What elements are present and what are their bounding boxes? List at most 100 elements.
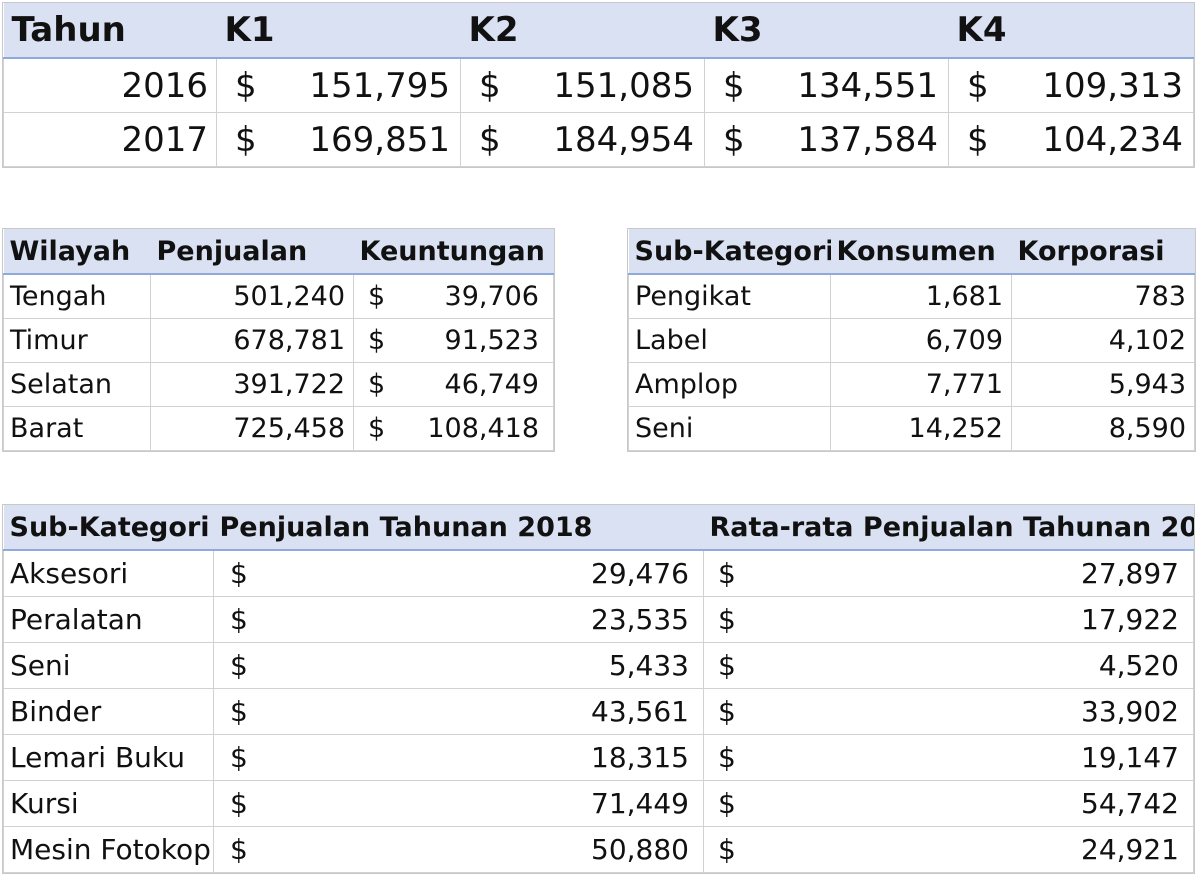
- table-row: Label 6,709 4,102: [628, 318, 1195, 363]
- average-cell[interactable]: $24,921: [703, 826, 1194, 873]
- average-cell[interactable]: $17,922: [703, 596, 1194, 643]
- table-row: Barat 725,458 $108,418: [3, 406, 554, 451]
- currency-cell[interactable]: $151,795: [216, 57, 461, 113]
- region-name-cell[interactable]: Barat: [3, 406, 151, 451]
- currency-cell[interactable]: $104,234: [948, 112, 1194, 167]
- region-header-row: Wilayah Penjualan Keuntungan: [3, 229, 554, 275]
- currency-symbol: $: [718, 833, 736, 866]
- header-sub-kategori[interactable]: Sub-Kategori: [3, 505, 214, 551]
- consumer-cell[interactable]: 1,681: [830, 273, 1012, 319]
- table-row: Aksesori $29,476 $27,897: [3, 549, 1194, 597]
- amount: 29,476: [591, 557, 689, 590]
- region-name-cell[interactable]: Selatan: [3, 362, 151, 407]
- header-penjualan-2018[interactable]: Penjualan Tahunan 2018: [213, 505, 704, 551]
- subcategory-cell[interactable]: Kursi: [3, 780, 214, 827]
- sales-2018-cell[interactable]: $5,433: [213, 642, 704, 689]
- subcategory-cell[interactable]: Aksesori: [3, 549, 214, 597]
- header-rata-rata[interactable]: Rata-rata Penjualan Tahunan 2014-2019: [703, 505, 1194, 551]
- subcategory-cell[interactable]: Binder: [3, 688, 214, 735]
- currency-symbol: $: [967, 119, 989, 160]
- segment-table: Sub-Kategori Konsumen Korporasi Pengikat…: [628, 229, 1195, 451]
- header-wilayah[interactable]: Wilayah: [3, 229, 151, 275]
- amount: 54,742: [1081, 787, 1179, 820]
- quarterly-sales-table: Tahun K1 K2 K3 K4 2016 $151,795 $151,085…: [3, 3, 1194, 167]
- subcategory-cell[interactable]: Label: [628, 318, 831, 363]
- table-row: Pengikat 1,681 783: [628, 273, 1195, 319]
- header-k1[interactable]: K1: [216, 3, 461, 59]
- corporate-cell[interactable]: 5,943: [1011, 362, 1195, 407]
- subcategory-cell[interactable]: Lemari Buku: [3, 734, 214, 781]
- sales-cell[interactable]: 678,781: [150, 318, 354, 363]
- corporate-cell[interactable]: 8,590: [1011, 406, 1195, 451]
- amount: 104,234: [1042, 119, 1183, 160]
- currency-cell[interactable]: $137,584: [704, 112, 949, 167]
- average-cell[interactable]: $33,902: [703, 688, 1194, 735]
- header-tahun[interactable]: Tahun: [3, 3, 217, 59]
- average-cell[interactable]: $19,147: [703, 734, 1194, 781]
- consumer-cell[interactable]: 7,771: [830, 362, 1012, 407]
- header-k2[interactable]: K2: [460, 3, 705, 59]
- currency-cell[interactable]: $169,851: [216, 112, 461, 167]
- corporate-cell[interactable]: 4,102: [1011, 318, 1195, 363]
- amount: 134,551: [797, 65, 938, 106]
- amount: 39,706: [444, 281, 539, 312]
- average-cell[interactable]: $27,897: [703, 549, 1194, 597]
- subcategory-cell[interactable]: Amplop: [628, 362, 831, 407]
- corporate-cell[interactable]: 783: [1011, 273, 1195, 319]
- header-korporasi[interactable]: Korporasi: [1011, 229, 1195, 275]
- table-row: Lemari Buku $18,315 $19,147: [3, 734, 1194, 781]
- subcategory-cell[interactable]: Pengikat: [628, 273, 831, 319]
- header-keuntungan[interactable]: Keuntungan: [353, 229, 554, 275]
- sales-cell[interactable]: 501,240: [150, 273, 354, 319]
- currency-symbol: $: [235, 119, 257, 160]
- currency-cell[interactable]: $184,954: [460, 112, 705, 167]
- amount: 109,313: [1042, 65, 1183, 106]
- currency-cell[interactable]: $134,551: [704, 57, 949, 113]
- currency-cell[interactable]: $109,313: [948, 57, 1194, 113]
- header-konsumen[interactable]: Konsumen: [830, 229, 1012, 275]
- region-name-cell[interactable]: Timur: [3, 318, 151, 363]
- currency-symbol: $: [230, 833, 248, 866]
- subcategory-cell[interactable]: Seni: [3, 642, 214, 689]
- sales-2018-cell[interactable]: $71,449: [213, 780, 704, 827]
- year-cell[interactable]: 2016: [3, 57, 217, 113]
- amount: 18,315: [591, 741, 689, 774]
- subcategory-cell[interactable]: Seni: [628, 406, 831, 451]
- amount: 91,523: [444, 325, 539, 356]
- subcategory-cell[interactable]: Mesin Fotokop: [3, 826, 214, 873]
- sales-2018-cell[interactable]: $29,476: [213, 549, 704, 597]
- sales-cell[interactable]: 725,458: [150, 406, 354, 451]
- table-row: 2016 $151,795 $151,085 $134,551 $109,313: [3, 57, 1194, 113]
- table-row: Selatan 391,722 $46,749: [3, 362, 554, 407]
- amount: 169,851: [309, 119, 450, 160]
- sales-2018-cell[interactable]: $43,561: [213, 688, 704, 735]
- header-penjualan[interactable]: Penjualan: [150, 229, 354, 275]
- annual-header-row: Sub-Kategori Penjualan Tahunan 2018 Rata…: [3, 505, 1194, 551]
- average-cell[interactable]: $54,742: [703, 780, 1194, 827]
- table-row: Tengah 501,240 $39,706: [3, 273, 554, 319]
- header-k3[interactable]: K3: [704, 3, 949, 59]
- average-cell[interactable]: $4,520: [703, 642, 1194, 689]
- header-k4[interactable]: K4: [948, 3, 1194, 59]
- currency-symbol: $: [368, 413, 386, 444]
- subcategory-cell[interactable]: Peralatan: [3, 596, 214, 643]
- profit-cell[interactable]: $91,523: [353, 318, 554, 363]
- table-row: Timur 678,781 $91,523: [3, 318, 554, 363]
- header-sub-kategori[interactable]: Sub-Kategori: [628, 229, 831, 275]
- sales-2018-cell[interactable]: $50,880: [213, 826, 704, 873]
- profit-cell[interactable]: $108,418: [353, 406, 554, 451]
- profit-cell[interactable]: $46,749: [353, 362, 554, 407]
- consumer-cell[interactable]: 14,252: [830, 406, 1012, 451]
- sales-2018-cell[interactable]: $23,535: [213, 596, 704, 643]
- profit-cell[interactable]: $39,706: [353, 273, 554, 319]
- region-name-cell[interactable]: Tengah: [3, 273, 151, 319]
- year-cell[interactable]: 2017: [3, 112, 217, 167]
- sales-2018-cell[interactable]: $18,315: [213, 734, 704, 781]
- table-row: Binder $43,561 $33,902: [3, 688, 1194, 735]
- amount: 151,795: [309, 65, 450, 106]
- consumer-cell[interactable]: 6,709: [830, 318, 1012, 363]
- sales-cell[interactable]: 391,722: [150, 362, 354, 407]
- table-row: Mesin Fotokop $50,880 $24,921: [3, 826, 1194, 873]
- amount: 43,561: [591, 695, 689, 728]
- currency-cell[interactable]: $151,085: [460, 57, 705, 113]
